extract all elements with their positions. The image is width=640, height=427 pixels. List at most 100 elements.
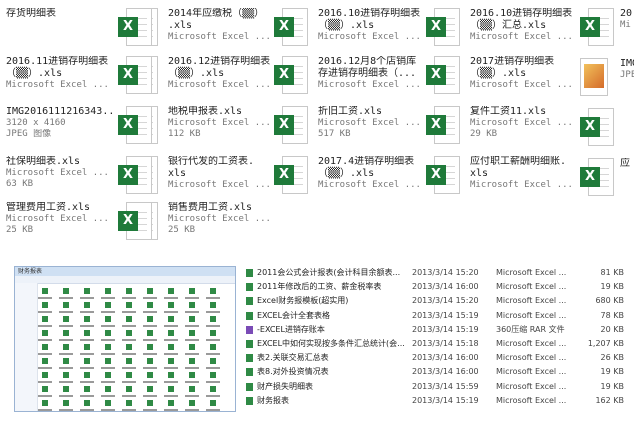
mini-file-label [101, 297, 115, 299]
mini-excel-icon [125, 301, 133, 309]
file-tile[interactable]: X 2017进销存明细表 （▒▒）.xls Microsoft Excel ... [426, 56, 576, 102]
file-list-row[interactable]: 2011会公式会计报表(会计科目余额表... 2013/3/14 15:20 Mic… [246, 266, 632, 279]
file-tile[interactable]: X 2016.10进销存明细表 （▒▒）.xls Microsoft Excel .… [274, 8, 424, 54]
mini-file-label [101, 409, 115, 411]
mini-file-label [164, 297, 178, 299]
file-tile[interactable]: X 2016.12月8个店销库 存进销存明细表（... Microsoft Exce… [274, 56, 424, 102]
file-type: Microsoft Excel ... [168, 118, 271, 128]
mini-excel-icon [146, 329, 154, 337]
mini-file-label [38, 353, 52, 355]
mini-excel-icon [104, 385, 112, 393]
file-list-type: Microsoft Excel ... [496, 395, 567, 405]
mini-file-label [164, 339, 178, 341]
file-list-name: EXCEL中如何实现按多条件汇总统计(会... [257, 339, 405, 348]
file-size: 112 KB [168, 129, 201, 139]
mini-excel-icon [146, 357, 154, 365]
mini-excel-icon [62, 371, 70, 379]
file-list-row[interactable]: Excel财务报模板(超实用) 2013/3/14 15:20 Microsoft … [246, 294, 632, 307]
file-list-row[interactable]: -EXCEL进销存账本 2013/3/14 15:19 360压缩 RAR 文件 20… [246, 323, 632, 336]
file-type: Microsoft Excel ... [318, 80, 421, 90]
excel-file-icon: X [580, 108, 614, 146]
file-list-size: 26 KB [600, 353, 624, 363]
mini-file-label [164, 381, 178, 383]
small-window-toolbar [15, 276, 235, 284]
file-name: 2017.4进销存明细表 （▒▒）.xls [318, 156, 415, 179]
file-name: 销售费用工资.xls [168, 202, 253, 213]
file-list-row[interactable]: 财产损失明细表 2013/3/14 15:59 Microsoft Excel ..… [246, 380, 632, 393]
file-list-name: 2011会公式会计报表(会计科目余额表... [257, 268, 401, 277]
file-tile[interactable]: X 应付职工薪酬明细账. xls Microsoft Excel ... [426, 156, 576, 202]
mini-file-label [38, 311, 52, 313]
mini-excel-icon [104, 287, 112, 295]
mini-file-label [143, 381, 157, 383]
file-list-row[interactable]: EXCEL中如何实现按多条件汇总统计(会... 2013/3/14 15:18 Mi… [246, 337, 632, 350]
file-list-row[interactable]: EXCEL会计全套表格 2013/3/14 15:19 Microsoft Exce… [246, 309, 632, 322]
mini-file-label [143, 409, 157, 411]
file-list-row[interactable]: 2011年修改后的工资、薪金税率表 2013/3/14 16:00 Microsof… [246, 280, 632, 293]
mini-file-label [143, 297, 157, 299]
mini-file-label [206, 311, 220, 313]
file-name: 管理费用工资.xls [6, 202, 91, 213]
file-type: Microsoft Excel ... [6, 168, 109, 178]
file-list-type: Microsoft Excel ... [496, 339, 567, 348]
mini-file-label [122, 325, 136, 327]
mini-file-label [164, 395, 178, 397]
file-list-size: 19 KB [600, 282, 624, 292]
file-list-row[interactable]: 表2.关联交易汇总表 2013/3/14 16:00 Microsoft Excel… [246, 351, 632, 364]
mini-file-label [101, 367, 115, 369]
mini-excel-icon [62, 301, 70, 309]
file-name: IMG2016111216343... [6, 106, 112, 117]
mini-excel-icon [188, 399, 196, 407]
mini-file-label [80, 409, 94, 411]
file-size: 29 KB [470, 129, 498, 139]
mini-file-label [80, 297, 94, 299]
mini-file-label [101, 395, 115, 397]
mini-excel-icon [167, 329, 175, 337]
file-list-row[interactable]: 表8.对外投资情况表 2013/3/14 16:00 Microsoft Excel… [246, 365, 632, 378]
mini-excel-icon [125, 399, 133, 407]
file-name: 折旧工资.xls [318, 106, 383, 117]
mini-excel-icon [41, 357, 49, 365]
mini-excel-icon [188, 385, 196, 393]
excel-file-icon [246, 396, 253, 405]
file-tile[interactable]: X 2017.4进销存明细表 （▒▒）.xls Microsoft Excel ..… [274, 156, 424, 202]
mini-excel-icon [146, 287, 154, 295]
file-name: 复件工资11.xls [470, 106, 547, 117]
file-name: 社保明细表.xls [6, 156, 81, 167]
mini-excel-icon [125, 287, 133, 295]
mini-excel-icon [146, 385, 154, 393]
mini-file-label [80, 339, 94, 341]
file-type: Microsoft Excel ... [168, 214, 271, 224]
file-type: Microsoft Excel ... [168, 80, 271, 90]
file-tile[interactable]: X 复件工资11.xls Microsoft Excel ... 29 KB [426, 106, 576, 152]
file-type: Mi [620, 20, 631, 30]
large-icon-file-view: 存货明细表X2014年应缴税（▒▒） .xlsMicrosoft Excel .… [6, 8, 634, 262]
file-name: 2016.12月8个店销库 存进销存明细表（... [318, 56, 417, 79]
mini-excel-icon [125, 329, 133, 337]
file-list-date: 2013/3/14 16:00 [412, 367, 479, 377]
file-list-row[interactable]: 财务报表 2013/3/14 15:19 Microsoft Excel ... 16… [246, 394, 632, 407]
mini-excel-icon [209, 371, 217, 379]
file-list-date: 2013/3/14 15:59 [412, 381, 479, 391]
mini-excel-icon [104, 329, 112, 337]
file-name: 2016.10进销存明细表 （▒▒）.xls [318, 8, 421, 31]
file-tile[interactable]: X 折旧工资.xls Microsoft Excel ... 517 KB [274, 106, 424, 152]
file-list-size: 680 KB [595, 296, 624, 306]
mini-file-label [185, 311, 199, 313]
mini-file-label [38, 381, 52, 383]
mini-file-label [122, 297, 136, 299]
file-name: 2016.10进销存明细表 （▒▒）汇总.xls [470, 8, 573, 31]
file-tile[interactable]: X 2016.10进销存明细表 （▒▒）汇总.xls Microsoft Excel… [426, 8, 576, 54]
excel-file-icon: X [274, 56, 308, 94]
mini-excel-icon [146, 399, 154, 407]
mini-excel-icon [209, 385, 217, 393]
mini-file-label [38, 395, 52, 397]
excel-file-icon: X [274, 106, 308, 144]
excel-file-icon: X [426, 56, 460, 94]
mini-excel-icon [188, 301, 196, 309]
mini-file-label [101, 325, 115, 327]
mini-file-label [80, 325, 94, 327]
mini-excel-icon [125, 315, 133, 323]
mini-excel-icon [209, 399, 217, 407]
mini-excel-icon [104, 371, 112, 379]
